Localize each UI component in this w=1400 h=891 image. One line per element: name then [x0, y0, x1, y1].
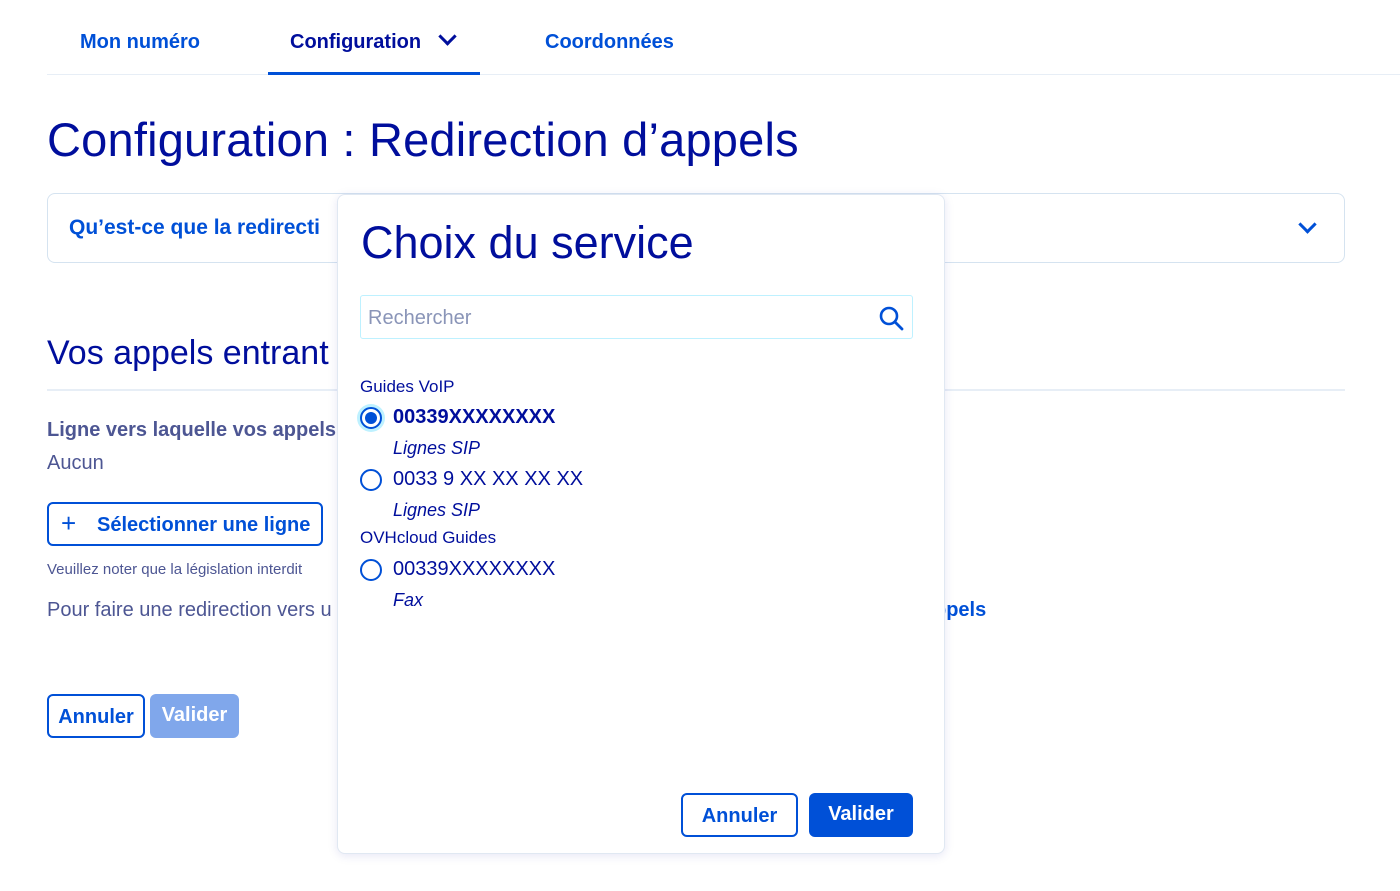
active-tab-indicator: [268, 72, 480, 75]
option-type: Fax: [393, 590, 424, 610]
group-label-guides-voip: Guides VoIP: [360, 377, 455, 396]
chevron-down-icon: [438, 27, 457, 46]
validate-button-label: Valider: [161, 704, 228, 726]
group-label-ovhcloud-guides: OVHcloud Guides: [360, 528, 497, 547]
modal-title: Choix du service: [361, 217, 694, 268]
option-number[interactable]: 0033 9 XX XX XX XX: [393, 468, 583, 491]
tab-configuration[interactable]: Configuration: [290, 27, 457, 54]
select-line-button[interactable]: + Sélectionner une ligne: [47, 502, 323, 546]
redirect-info-text: Pour faire une redirection vers u: [47, 599, 332, 621]
legal-note: Veuillez noter que la législation interd…: [47, 561, 303, 578]
modal-validate-button-label: Valider: [828, 803, 894, 825]
search-input[interactable]: Rechercher: [360, 295, 913, 339]
cancel-button-label: Annuler: [58, 706, 134, 728]
cancel-button[interactable]: Annuler: [47, 694, 145, 738]
radio-option-fax[interactable]: [360, 559, 382, 581]
chevron-down-icon: [1298, 215, 1317, 234]
option-number[interactable]: 00339XXXXXXXX: [393, 406, 555, 429]
tab-coordonnees[interactable]: Coordonnées: [545, 31, 674, 54]
modal-validate-button[interactable]: Valider: [809, 793, 913, 837]
modal-cancel-button[interactable]: Annuler: [681, 793, 798, 837]
service-choice-modal: Choix du service Rechercher Guides VoIP …: [337, 194, 945, 854]
page-title: Configuration : Redirection d’appels: [47, 113, 799, 166]
validate-button-disabled: Valider: [150, 694, 239, 738]
modal-cancel-button-label: Annuler: [701, 805, 778, 827]
radio-option-voip-2[interactable]: [360, 469, 382, 491]
line-label: Ligne vers laquelle vos appels: [47, 419, 337, 441]
option-type: Lignes SIP: [393, 500, 481, 520]
plus-icon: +: [61, 508, 77, 538]
radio-option-voip-1[interactable]: [360, 407, 382, 429]
select-line-button-label: Sélectionner une ligne: [97, 514, 311, 536]
option-type: Lignes SIP: [393, 438, 481, 458]
option-number[interactable]: 00339XXXXXXXX: [393, 558, 555, 581]
tab-configuration-label: Configuration: [290, 31, 422, 53]
top-tabs: Mon numéro Configuration Coordonnées: [47, 0, 1400, 75]
search-icon[interactable]: [878, 305, 904, 331]
faq-accordion-label: Qu’est-ce que la redirecti: [69, 216, 320, 239]
search-placeholder: Rechercher: [368, 307, 472, 329]
line-value: Aucun: [47, 452, 104, 474]
section-title: Vos appels entrant: [47, 334, 329, 372]
tab-mon-numero[interactable]: Mon numéro: [80, 31, 200, 54]
